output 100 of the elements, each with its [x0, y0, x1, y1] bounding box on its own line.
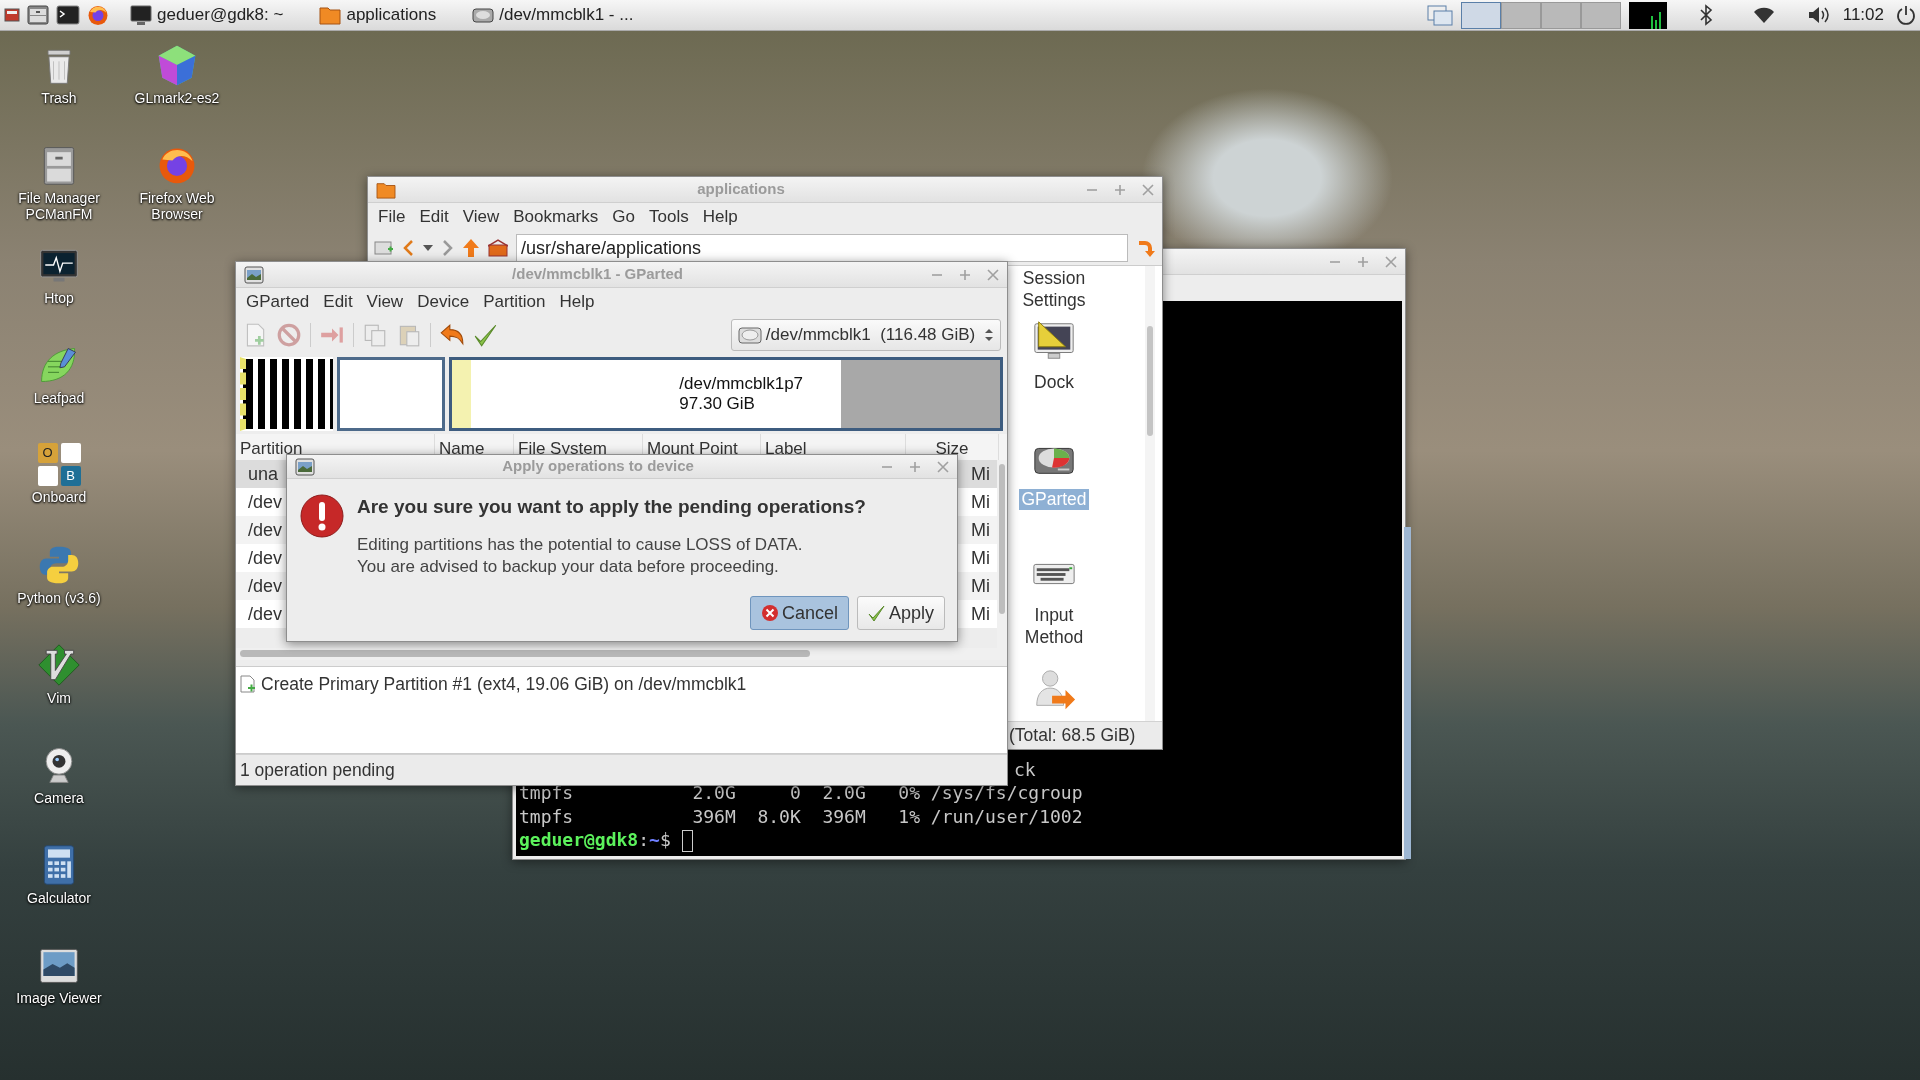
wifi-icon[interactable] [1752, 6, 1775, 24]
power-icon[interactable] [1896, 5, 1916, 25]
app-menu-icon[interactable] [4, 6, 20, 24]
bluetooth-icon[interactable] [1698, 4, 1713, 26]
table-cell-text: /dev [247, 602, 283, 626]
menu-item[interactable]: View [456, 204, 506, 230]
warning-icon [299, 493, 345, 539]
vim-logo-icon [37, 643, 81, 687]
workspace-button[interactable] [1460, 1, 1501, 29]
scrollbar[interactable] [236, 648, 1007, 660]
keyboard-key: O [37, 443, 58, 463]
maximize-icon[interactable] [959, 268, 971, 281]
workspace-button[interactable] [1580, 1, 1621, 29]
maximize-icon[interactable] [909, 460, 921, 473]
table-cell-text: Mi [971, 546, 991, 570]
table-cell-text: Mi [971, 490, 991, 514]
dialog-heading: Are you sure you want to apply the pending operations? [357, 495, 866, 519]
table-cell-text: Mi [971, 462, 991, 486]
partition-segment[interactable]: /dev/mmcblk1p7 97.30 GiB [449, 357, 1003, 431]
home-icon[interactable] [488, 239, 508, 257]
menu-item[interactable]: Go [606, 204, 641, 230]
menu-item[interactable]: Tools [642, 204, 695, 230]
menu-item[interactable]: Edit [413, 204, 455, 230]
close-icon[interactable] [1385, 255, 1397, 268]
terminal-icon[interactable] [56, 3, 80, 27]
clock: 11:02 [1841, 4, 1885, 27]
dialog-message: You are advised to backup your data before proceeding. [357, 555, 780, 578]
desktop-shortcut[interactable]: GLmark2-es2 [118, 35, 236, 135]
path-field[interactable]: /usr/share/applications [516, 234, 1128, 262]
spinner-arrows-icon [984, 327, 994, 343]
menu-item[interactable]: View [360, 289, 410, 315]
caret-icon[interactable] [422, 243, 434, 253]
table-cell-text: Mi [971, 574, 991, 598]
menu-item[interactable]: File [372, 204, 412, 230]
operation-text: Create Primary Partition #1 (ext4, 19.06 GiB) on /dev/mmcblk1 [261, 673, 747, 696]
terminal-line: tmpfs 2.0G 0 2.0G 0% /sys/fs/cgroup [519, 781, 1084, 805]
desktop-shortcut[interactable]: Htop [0, 235, 118, 335]
menu-item[interactable]: Edit [317, 289, 359, 315]
maximize-icon[interactable] [1114, 183, 1126, 196]
apply-button[interactable]: Apply [856, 596, 945, 630]
close-icon[interactable] [987, 268, 999, 281]
desktop-shortcut[interactable]: Camera [0, 735, 118, 835]
keyboard-key [60, 443, 81, 463]
taskbar-button[interactable]: applications [313, 0, 443, 30]
window-title: /dev/mmcblk1 - GParted [511, 264, 684, 285]
table-cell-text: Mi [971, 518, 991, 542]
app-launcher[interactable]: Dock [1031, 318, 1077, 435]
cancel-button[interactable]: Cancel [749, 596, 849, 630]
taskbar-button[interactable]: geduer@gdk8: ~ [124, 0, 290, 30]
desktop-shortcut[interactable]: Galculator [0, 835, 118, 935]
desktop-shortcut[interactable]: Image Viewer [0, 935, 118, 1035]
new-tab-icon[interactable] [374, 239, 394, 257]
desktop-shortcut[interactable]: Vim [0, 635, 118, 735]
scrollbar[interactable] [1404, 527, 1411, 859]
window-list-icon[interactable] [1426, 3, 1453, 27]
status-text: 1 operation pending [240, 758, 395, 782]
go-arrow-icon[interactable] [1136, 238, 1156, 258]
volume-icon[interactable] [1806, 5, 1831, 25]
device-dropdown[interactable]: /dev/mmcblk1 (116.48 GiB) [730, 319, 1001, 351]
menu-item[interactable]: Help [696, 204, 744, 230]
workspace-button[interactable] [1540, 1, 1581, 29]
prompt-text: geduer@gdk8:~$ [519, 829, 672, 850]
new-page-icon [240, 675, 256, 694]
menu-item[interactable]: Help [553, 289, 601, 315]
close-icon[interactable] [937, 460, 949, 473]
app-launcher[interactable]: Input Method [1009, 550, 1099, 667]
app-launcher[interactable]: Session Settings [1009, 266, 1099, 319]
workspace-button[interactable] [1500, 1, 1541, 29]
table-cell-text: /dev [247, 574, 283, 598]
menu-item[interactable]: Partition [477, 289, 552, 315]
terminal-line: tmpfs 396M 8.0K 396M 1% /run/user/1002 [519, 804, 1084, 828]
back-icon[interactable] [402, 239, 414, 257]
folder-icon [376, 180, 396, 199]
partition-size: 97.30 GiB [679, 394, 756, 415]
table-cell-text: /dev [247, 518, 283, 542]
file-manager-icon[interactable] [26, 3, 50, 27]
desktop-shortcut[interactable]: Firefox Web Browser [118, 135, 236, 235]
scrollbar[interactable] [1145, 266, 1155, 721]
close-icon[interactable] [1142, 183, 1154, 196]
up-arrow-icon[interactable] [462, 238, 480, 258]
maximize-icon[interactable] [1357, 255, 1369, 268]
forward-icon[interactable] [442, 239, 454, 257]
partition-name: /dev/mmcblk1p7 [679, 373, 804, 394]
dialog-message: Editing partitions has the potential to cause LOSS of DATA. [357, 533, 804, 556]
check-mark-icon[interactable] [473, 322, 499, 348]
taskbar-button[interactable]: /dev/mmcblk1 - ... [466, 0, 640, 30]
keyboard-key: B [60, 466, 81, 486]
desktop-shortcut[interactable]: File Manager PCManFM [0, 135, 118, 235]
keyboard-key [37, 466, 58, 486]
table-cell-text: /dev [247, 546, 283, 570]
fox-globe-icon[interactable] [86, 3, 110, 27]
menu-item[interactable]: Bookmarks [507, 204, 605, 230]
check-mark-icon [867, 604, 886, 622]
desktop-shortcut[interactable]: Python (v3.6) [0, 535, 118, 635]
scrollbar[interactable] [997, 460, 1007, 648]
window-icon [244, 265, 264, 284]
menu-item[interactable]: Device [411, 289, 476, 315]
desktop-shortcut[interactable]: O B Onboard [0, 435, 118, 535]
menu-item[interactable]: GParted [240, 289, 316, 315]
desktop-shortcut[interactable]: Trash [0, 35, 118, 135]
